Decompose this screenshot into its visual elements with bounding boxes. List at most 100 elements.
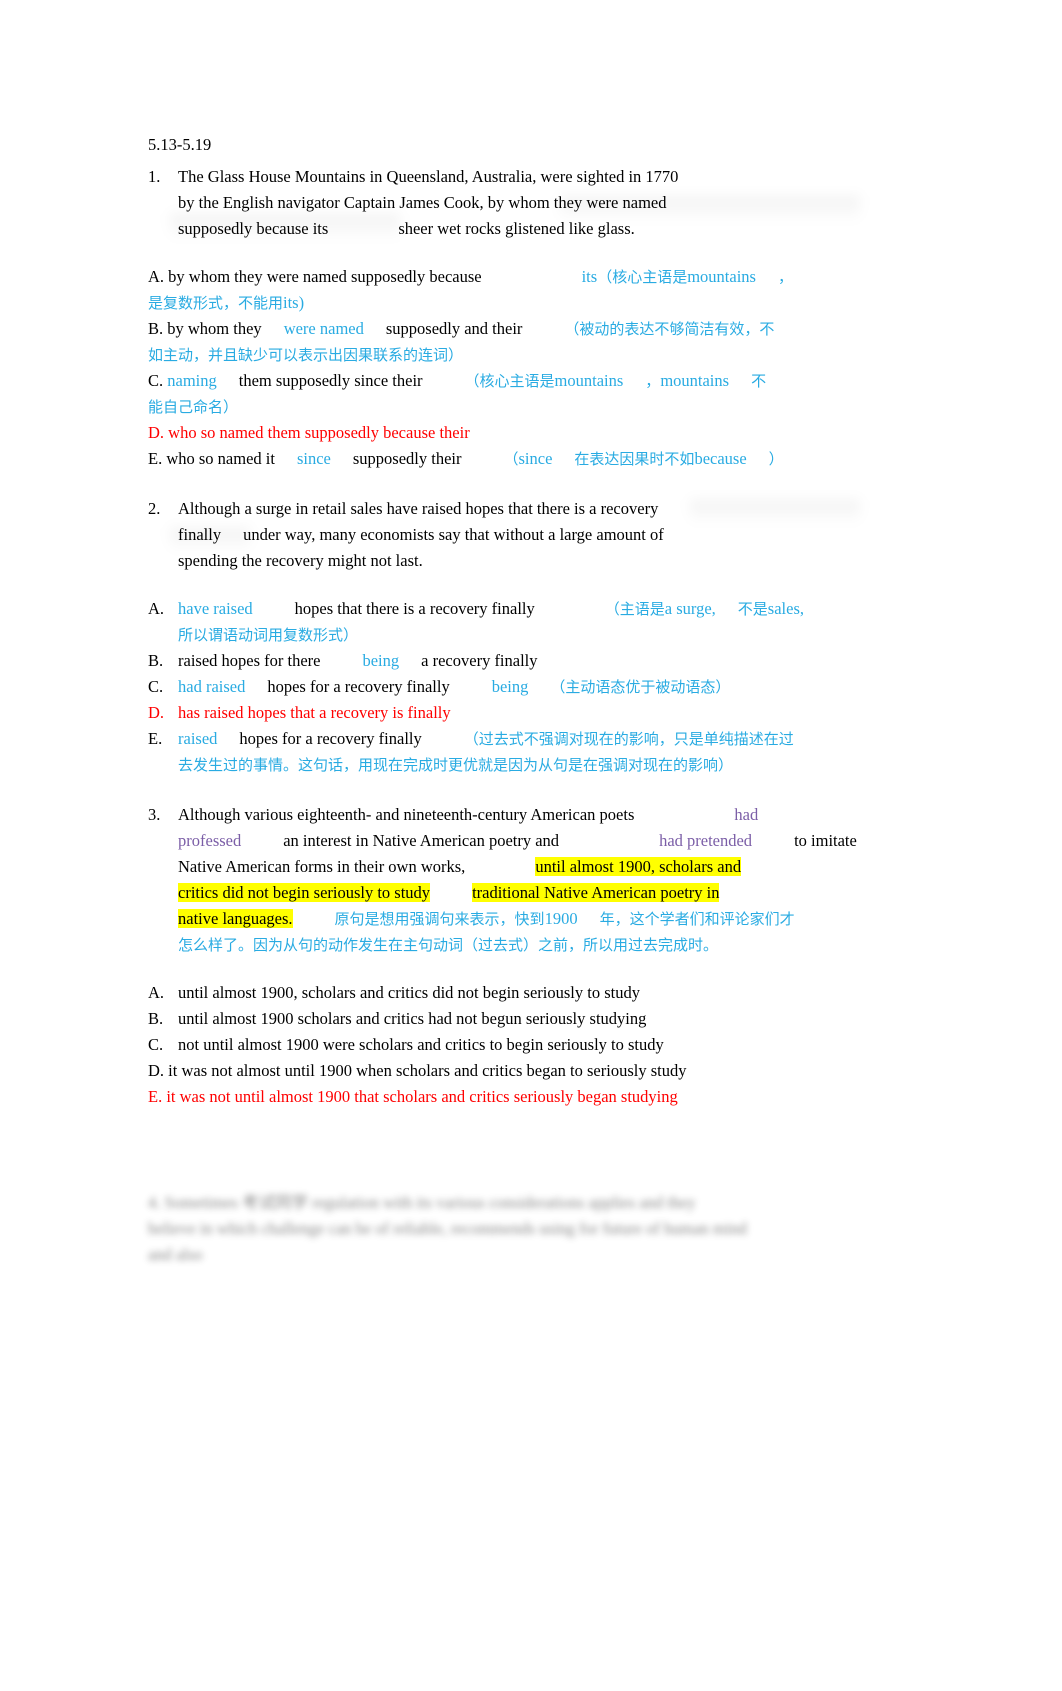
q3-option-b-label: B. xyxy=(148,1009,164,1028)
q1-option-a-note-cont-1: 是复数形式，不能用 xyxy=(148,294,284,312)
q3-note-3: 年，这个学者们和评论家们才 xyxy=(599,910,795,928)
q2-option-a-body: have raised hopes that there is a recover… xyxy=(178,596,858,648)
q3-stem-seg-7: Native American forms in their own works… xyxy=(178,857,466,876)
q1-option-e-note-4: because xyxy=(694,449,747,468)
question-3-number: 3. xyxy=(148,805,161,824)
q1-option-e[interactable]: E. who so named it since supposedly their （… xyxy=(148,446,858,472)
q2-stem-line-2: finally xyxy=(178,525,222,544)
q1-option-b-note: （被动的表达不够简洁有效，不 xyxy=(564,320,775,338)
q3-option-b-text: until almost 1900 scholars and critics h… xyxy=(178,1009,647,1028)
q1-stem-line-1: The Glass House Mountains in Queensland,… xyxy=(178,167,679,186)
blurred-line-3: and also xyxy=(148,1245,203,1264)
q2-option-a-text-2: hopes that there is a recovery finally xyxy=(294,599,535,618)
q1-option-b-label: B. xyxy=(148,319,164,338)
q2-option-c-note: （主动语态优于被动语态） xyxy=(550,678,731,696)
q3-note-cont: 怎么样了。因为从句的动作发生在主句动词（过去式）之前，所以用过去完成时。 xyxy=(178,936,719,954)
q1-option-a[interactable]: A. by whom they were named supposedly be… xyxy=(148,264,858,316)
q3-note-1: 原句是想用强调句来表示，快到 xyxy=(334,910,545,928)
q2-option-e-body: raised hopes for a recovery finally （过去式不强… xyxy=(178,726,858,778)
q1-option-a-label: A. xyxy=(148,267,165,286)
q2-stem-line-1: Although a surge in retail sales have ra… xyxy=(178,499,659,518)
question-3: 3. Although various eighteenth- and nine… xyxy=(148,802,858,958)
q2-option-c-body: had raised hopes for a recovery finally be… xyxy=(178,674,858,700)
q3-option-e-text: it was not until almost 1900 that schola… xyxy=(166,1087,678,1106)
question-2: 2. Although a surge in retail sales have… xyxy=(148,496,858,574)
date-range-heading: 5.13-5.19 xyxy=(148,135,212,154)
q3-option-c[interactable]: C. not until almost 1900 were scholars a… xyxy=(148,1032,858,1058)
q3-option-b[interactable]: B. until almost 1900 scholars and critic… xyxy=(148,1006,858,1032)
q1-option-e-note-5: ） xyxy=(768,450,784,468)
q2-option-a-text-1: have raised xyxy=(178,599,253,618)
question-1-number: 1. xyxy=(148,167,161,186)
q3-option-d[interactable]: D. it was not almost until 1900 when sch… xyxy=(148,1058,858,1084)
q3-option-a[interactable]: A. until almost 1900, scholars and criti… xyxy=(148,980,858,1006)
q3-option-d-text: it was not almost until 1900 when schola… xyxy=(168,1061,687,1080)
q2-option-a-label: A. xyxy=(148,599,165,618)
document-content: 5.13-5.19 1. The Glass House Mountains i… xyxy=(148,132,858,1110)
q2-option-a-note-1: （主语是 xyxy=(604,600,665,618)
q1-option-c-note-3: ， xyxy=(645,372,661,390)
q2-option-c-label: C. xyxy=(148,677,164,696)
q3-stem-highlight-2: critics did not begin seriously to study xyxy=(178,883,431,902)
q1-option-b-note-cont: 如主动，并且缺少可以表示出因果联系的连词） xyxy=(148,346,464,364)
q1-option-c-note-4: mountains xyxy=(660,371,730,390)
q1-option-e-note-3: 在表达因果时不如 xyxy=(574,450,695,468)
blurred-number: 4. xyxy=(148,1193,161,1212)
q2-option-b-label: B. xyxy=(148,651,164,670)
q3-option-c-text: not until almost 1900 were scholars and … xyxy=(178,1035,664,1054)
q3-option-c-label: C. xyxy=(148,1035,164,1054)
q2-option-e-note-cont: 去发生过的事情。这句话，用现在完成时更优就是因为从句是在强调对现在的影响） xyxy=(178,756,734,774)
q2-option-c[interactable]: C. had raised hopes for a recovery finall… xyxy=(148,674,858,700)
q2-option-a-note-cont: 所以谓语动词用复数形式） xyxy=(178,626,359,644)
q1-option-c[interactable]: C. naming them supposedly since their （核心主… xyxy=(148,368,858,420)
q3-note-2: 1900 xyxy=(544,909,578,928)
q2-option-a-note-2: a surge, xyxy=(664,599,716,618)
q1-option-c-text-1: naming xyxy=(167,371,217,390)
q3-stem-had-pretended: had pretended xyxy=(659,831,753,850)
q2-option-e-label: E. xyxy=(148,729,163,748)
q2-option-a-note-3: 不是 xyxy=(737,600,768,618)
q2-option-b-body: raised hopes for there being a recovery fi… xyxy=(178,648,858,674)
question-1: 1. The Glass House Mountains in Queensla… xyxy=(148,164,858,242)
q1-option-d[interactable]: D. who so named them supposedly because … xyxy=(148,420,858,446)
q1-option-a-note-2: mountains xyxy=(687,267,756,286)
q1-option-b-text-3: supposedly and their xyxy=(385,319,523,338)
q1-stem-tail: sheer wet rocks glistened like glass. xyxy=(398,219,635,238)
q1-option-d-label: D. xyxy=(148,423,165,442)
q3-option-d-label: D. xyxy=(148,1061,165,1080)
q2-option-b-text-3: a recovery finally xyxy=(421,651,538,670)
q1-option-e-note-1: （ xyxy=(503,450,519,468)
q3-stem-professed: professed xyxy=(178,831,242,850)
q1-option-e-text-2: since xyxy=(296,449,331,468)
blurred-question-4: 4. Sometimes 考试同学 regulation with its va… xyxy=(148,1190,858,1268)
q3-stem-highlight-4: native languages. xyxy=(178,909,293,928)
q1-option-e-note-2: since xyxy=(518,449,553,468)
q1-option-b[interactable]: B. by whom they were named supposedly and … xyxy=(148,316,858,368)
q1-option-e-label: E. xyxy=(148,449,163,468)
q1-option-c-label: C. xyxy=(148,371,164,390)
q1-option-a-note-3: ， xyxy=(777,268,793,286)
q2-option-b[interactable]: B. raised hopes for there being a recovery… xyxy=(148,648,858,674)
q1-option-c-note-1: （核心主语是 xyxy=(464,372,555,390)
q2-option-e[interactable]: E. raised hopes for a recovery finally （过去… xyxy=(148,726,858,778)
question-2-number: 2. xyxy=(148,499,161,518)
q3-stem-highlight-3: traditional Native American poetry in xyxy=(472,883,720,902)
q3-option-e[interactable]: E. it was not until almost 1900 that sch… xyxy=(148,1084,858,1110)
q2-option-d-label: D. xyxy=(148,703,165,722)
q2-option-b-text-1: raised hopes for there xyxy=(178,651,321,670)
q1-option-a-text: by whom they were named supposedly becau… xyxy=(168,267,482,286)
q2-option-d[interactable]: D. has raised hopes that a recovery is f… xyxy=(148,700,858,726)
q2-option-a[interactable]: A. have raised hopes that there is a reco… xyxy=(148,596,858,648)
q1-option-b-text-1: by whom they xyxy=(167,319,262,338)
q1-option-e-text-1: who so named it xyxy=(166,449,275,468)
blurred-text-1: Sometimes 考试同学 regulation with its vario… xyxy=(164,1193,696,1212)
document-page: 5.13-5.19 1. The Glass House Mountains i… xyxy=(0,0,1062,1691)
q3-stem-highlight-1: until almost 1900, scholars and xyxy=(535,857,742,876)
question-3-stem: Although various eighteenth- and ninetee… xyxy=(178,802,858,958)
q2-stem-line-4: spending the recovery might not last. xyxy=(178,551,423,570)
q2-option-c-text-2: hopes for a recovery finally xyxy=(267,677,450,696)
blurred-line-2: believe in which challenge can be of rel… xyxy=(148,1219,747,1238)
